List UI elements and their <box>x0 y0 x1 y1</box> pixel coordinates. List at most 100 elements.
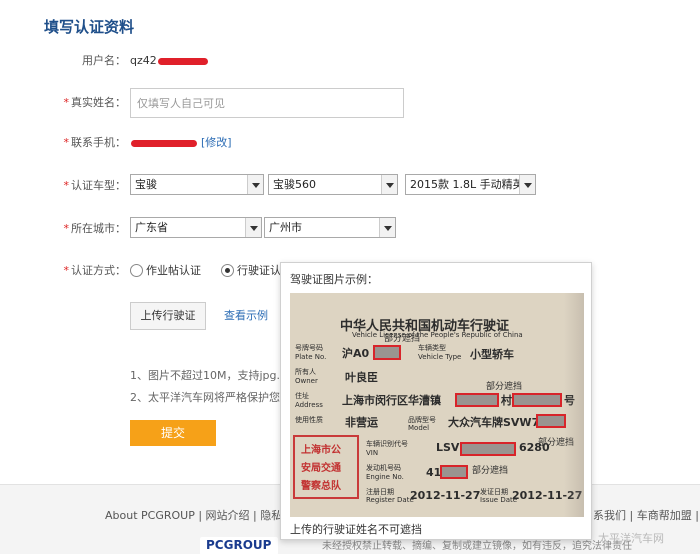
vin-prefix: LSV <box>436 441 460 454</box>
page-title: 填写认证资料 <box>44 18 135 36</box>
popup-title: 驾驶证图片示例： <box>290 273 378 286</box>
view-sample-link[interactable]: 查看示例 <box>224 302 268 330</box>
method-label: * 认证方式： <box>64 256 127 286</box>
province-value: 广东省 <box>135 221 168 234</box>
label-owner: 所有人 <box>295 368 316 376</box>
method-option1-radio[interactable] <box>130 264 143 277</box>
police-stamp: 上海市公 安局交通 警察总队 <box>293 435 359 499</box>
chevron-down-icon <box>381 175 397 194</box>
chevron-down-icon <box>245 218 261 237</box>
real-name-label: * 真实姓名： <box>64 88 127 118</box>
license-sample-popup: 驾驶证图片示例： 中华人民共和国机动车行驶证 Vehicle License o… <box>280 262 592 540</box>
model-value: 大众汽车牌SVW7 <box>448 416 540 429</box>
register-date: 2012-11-27 <box>410 489 481 502</box>
upload-note-1: 1、图片不超过10M，支持jpg. <box>130 369 281 382</box>
popup-caption: 上传的行驶证姓名不可遮挡 <box>290 523 422 536</box>
username-row: 用户名： qz42 <box>0 46 700 76</box>
vehicle-type-value: 小型轿车 <box>470 348 514 361</box>
method-option2-radio[interactable] <box>221 264 234 277</box>
license-subtitle: Vehicle License of the People's Republic… <box>352 331 523 339</box>
plate-mask <box>373 345 401 360</box>
phone-value: [修改] <box>130 128 232 158</box>
engine-mask <box>440 465 468 479</box>
address-value: 上海市闵行区华漕镇 <box>342 394 441 407</box>
real-name-input[interactable] <box>130 88 404 118</box>
phone-row: * 联系手机： [修改] <box>0 128 700 158</box>
username-label: 用户名： <box>82 54 126 67</box>
method-option2-label[interactable]: 行驶证认 <box>237 256 281 286</box>
car-brand-value: 宝骏 <box>135 178 157 191</box>
car-series-select[interactable]: 宝骏560 <box>268 174 398 195</box>
address-mask-2 <box>512 393 562 407</box>
site-watermark: 太平洋汽车网 <box>598 532 664 545</box>
upload-note-2: 2、太平洋汽车网将严格保护您 <box>130 391 280 404</box>
province-select[interactable]: 广东省 <box>130 217 262 238</box>
label-address-en: Address <box>295 401 323 409</box>
required-mark: * <box>63 136 70 149</box>
username-redaction <box>157 57 208 65</box>
label-plate-en: Plate No. <box>295 353 327 361</box>
car-model-label: * 认证车型： <box>64 171 127 201</box>
method-label-text: 认证方式： <box>71 264 126 277</box>
city-label-text: 所在城市： <box>71 222 126 235</box>
phone-redaction <box>131 139 197 147</box>
car-trim-select[interactable]: 2015款 1.8L 手动精英 <box>405 174 536 195</box>
city-select[interactable]: 广州市 <box>264 217 396 238</box>
pcgroup-logo-text: PCGROUP <box>206 538 272 552</box>
car-brand-select[interactable]: 宝骏 <box>130 174 264 195</box>
stamp-line-3: 警察总队 <box>301 481 341 492</box>
label-model-en: Model <box>408 424 430 432</box>
label-vehicle-type-en: Vehicle Type <box>418 353 462 361</box>
footer-links-right[interactable]: 系我们 | 车商帮加盟 | <box>593 507 699 523</box>
username-value: qz42 <box>130 46 208 76</box>
upload-license-button[interactable]: 上传行驶证 <box>130 302 206 330</box>
pcgroup-logo: PCGROUP <box>200 537 278 554</box>
address-mask-label: 部分遮挡 <box>486 382 523 392</box>
engine-mask-label: 部分遮挡 <box>472 466 509 476</box>
plate-value: 沪A0 <box>342 347 370 360</box>
owner-value: 叶良臣 <box>345 371 378 384</box>
required-mark: * <box>63 96 70 109</box>
car-trim-value: 2015款 1.8L 手动精英 <box>410 178 524 191</box>
address-suffix: 村 <box>501 394 512 407</box>
chevron-down-icon <box>379 218 395 237</box>
label-owner-en: Owner <box>295 377 318 385</box>
city-value: 广州市 <box>269 221 302 234</box>
vin-suffix: 6280 <box>519 441 550 454</box>
footer-links-left[interactable]: About PCGROUP | 网站介绍 | 隐私 <box>105 507 282 523</box>
label-use: 使用性质 <box>295 416 323 424</box>
model-mask <box>536 414 566 428</box>
real-name-row: * 真实姓名： <box>0 88 700 118</box>
stamp-line-2: 安局交通 <box>301 463 341 474</box>
car-model-label-text: 认证车型： <box>71 179 126 192</box>
modify-phone-link[interactable]: [修改] <box>201 136 232 149</box>
stamp-line-1: 上海市公 <box>301 445 341 456</box>
address-mask-1 <box>455 393 499 407</box>
license-edge-shadow <box>564 293 584 517</box>
phone-label: * 联系手机： <box>64 128 127 158</box>
label-vehicle-type: 车辆类型 <box>418 344 446 352</box>
required-mark: * <box>63 264 70 277</box>
license-sample-image: 中华人民共和国机动车行驶证 Vehicle License of the Peo… <box>290 293 584 517</box>
label-plate: 号牌号码 <box>295 344 323 352</box>
label-reg-date-en: Register Date <box>366 496 414 504</box>
label-vin-en: VIN <box>366 449 379 457</box>
label-engine: 发动机号码 <box>366 464 401 472</box>
city-row: * 所在城市： 广东省 广州市 <box>0 214 700 244</box>
label-vin: 车辆识别代号 <box>366 440 408 448</box>
required-mark: * <box>63 179 70 192</box>
label-address: 住址 <box>295 392 309 400</box>
real-name-label-text: 真实姓名： <box>71 96 126 109</box>
use-value: 非营运 <box>345 416 378 429</box>
city-label: * 所在城市： <box>64 214 127 244</box>
method-option1-label[interactable]: 作业帖认证 <box>146 256 201 286</box>
phone-label-text: 联系手机： <box>71 136 126 149</box>
username-text: qz42 <box>130 54 157 67</box>
chevron-down-icon <box>247 175 263 194</box>
label-engine-en: Engine No. <box>366 473 404 481</box>
chevron-down-icon <box>519 175 535 194</box>
car-series-value: 宝骏560 <box>273 178 316 191</box>
car-model-row: * 认证车型： 宝骏 宝骏560 2015款 1.8L 手动精英 <box>0 171 700 201</box>
required-mark: * <box>63 222 70 235</box>
submit-button[interactable]: 提交 <box>130 420 216 446</box>
